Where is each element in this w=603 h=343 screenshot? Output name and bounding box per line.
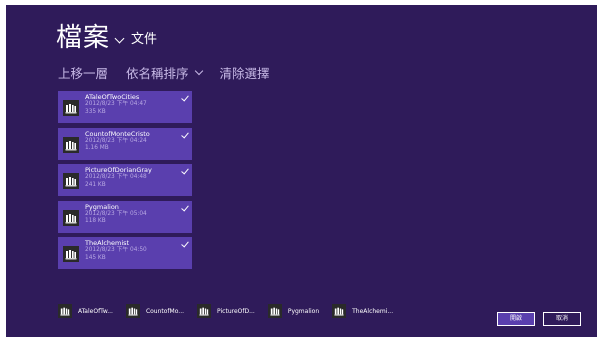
file-size: 1.16 MB <box>85 145 109 151</box>
library-books-icon <box>332 304 347 318</box>
file-tile[interactable]: Pygmalion 2012/8/23 下午 05:04 118 KB <box>58 200 192 233</box>
go-up-label: 上移一層 <box>58 66 109 81</box>
checkmark-icon[interactable] <box>181 93 189 102</box>
cancel-button[interactable]: 取消 <box>543 312 581 326</box>
basket-item-label: ATaleOfTw... <box>78 307 113 315</box>
file-date: 2012/8/23 下午 04:47 <box>85 101 147 107</box>
basket-item-label: CountofMo... <box>145 307 185 315</box>
file-name: PictureOfDorianGray <box>85 166 152 174</box>
command-bar: 上移一層 依名稱排序 清除選擇 <box>58 63 270 82</box>
file-list: ATaleOfTwoCities 2012/8/23 下午 04:47 335 … <box>58 91 192 274</box>
file-size: 118 KB <box>85 218 106 224</box>
basket-item[interactable]: PictureOfD... <box>197 304 255 318</box>
library-books-icon <box>63 209 79 226</box>
file-tile[interactable]: ATaleOfTwoCities 2012/8/23 下午 04:47 335 … <box>58 91 192 123</box>
basket-item[interactable]: TheAlchemi... <box>332 304 393 318</box>
window-frame: 檔案 文件 上移一層 依名稱排序 清除選擇 ATaleOfTwoCities 2… <box>0 0 603 343</box>
checkmark-icon[interactable] <box>181 203 189 211</box>
chevron-down-icon <box>194 66 203 75</box>
page-title[interactable]: 檔案 <box>56 21 110 55</box>
file-date: 2012/8/23 下午 04:24 <box>85 137 147 144</box>
library-books-icon <box>63 100 79 116</box>
library-books-icon <box>58 304 72 318</box>
basket-item-label: Pygmalion <box>287 307 320 315</box>
file-size: 335 KB <box>85 108 106 115</box>
header: 檔案 文件 <box>56 21 157 55</box>
checkmark-icon[interactable] <box>181 166 189 175</box>
sort-label: 依名稱排序 <box>126 66 189 81</box>
basket-item-label: TheAlchemi... <box>352 307 394 315</box>
action-buttons: 開啟 取消 <box>497 312 581 326</box>
clear-selection-button[interactable]: 清除選擇 <box>220 63 270 82</box>
file-date: 2012/8/23 下午 05:04 <box>85 210 147 217</box>
file-tile[interactable]: CountofMonteCristo 2012/8/23 下午 04:24 1.… <box>58 127 192 160</box>
file-date: 2012/8/23 下午 04:48 <box>85 174 147 180</box>
open-button[interactable]: 開啟 <box>497 312 535 326</box>
checkmark-icon[interactable] <box>181 130 189 138</box>
library-books-icon <box>63 173 79 189</box>
library-books-icon <box>63 246 79 262</box>
file-size: 145 KB <box>85 254 106 261</box>
library-books-icon <box>63 136 79 153</box>
go-up-button[interactable]: 上移一層 <box>58 63 108 82</box>
chevron-down-icon[interactable] <box>114 33 125 44</box>
file-name: ATaleOfTwoCities <box>85 93 140 101</box>
file-name: TheAlchemist <box>85 239 130 247</box>
basket-item[interactable]: ATaleOfTw... <box>58 304 113 318</box>
selection-basket: ATaleOfTw... CountofMo... PictureOfD... … <box>58 304 406 318</box>
file-tile[interactable]: TheAlchemist 2012/8/23 下午 04:50 145 KB <box>58 237 192 269</box>
file-name: CountofMonteCristo <box>85 129 150 138</box>
file-size: 241 KB <box>85 181 106 188</box>
file-picker: 檔案 文件 上移一層 依名稱排序 清除選擇 ATaleOfTwoCities 2… <box>6 5 597 337</box>
file-name: Pygmalion <box>85 202 119 211</box>
file-tile[interactable]: PictureOfDorianGray 2012/8/23 下午 04:48 2… <box>58 164 192 196</box>
clear-selection-label: 清除選擇 <box>219 66 270 81</box>
location-label[interactable]: 文件 <box>131 30 157 50</box>
basket-item[interactable]: CountofMo... <box>125 304 185 318</box>
basket-item[interactable]: Pygmalion <box>267 304 320 318</box>
library-books-icon <box>267 304 282 318</box>
library-books-icon <box>197 304 212 318</box>
checkmark-icon[interactable] <box>181 239 189 248</box>
library-books-icon <box>125 304 140 318</box>
file-date: 2012/8/23 下午 04:50 <box>85 247 147 253</box>
sort-dropdown[interactable]: 依名稱排序 <box>126 63 203 82</box>
basket-item-label: PictureOfD... <box>217 307 255 315</box>
